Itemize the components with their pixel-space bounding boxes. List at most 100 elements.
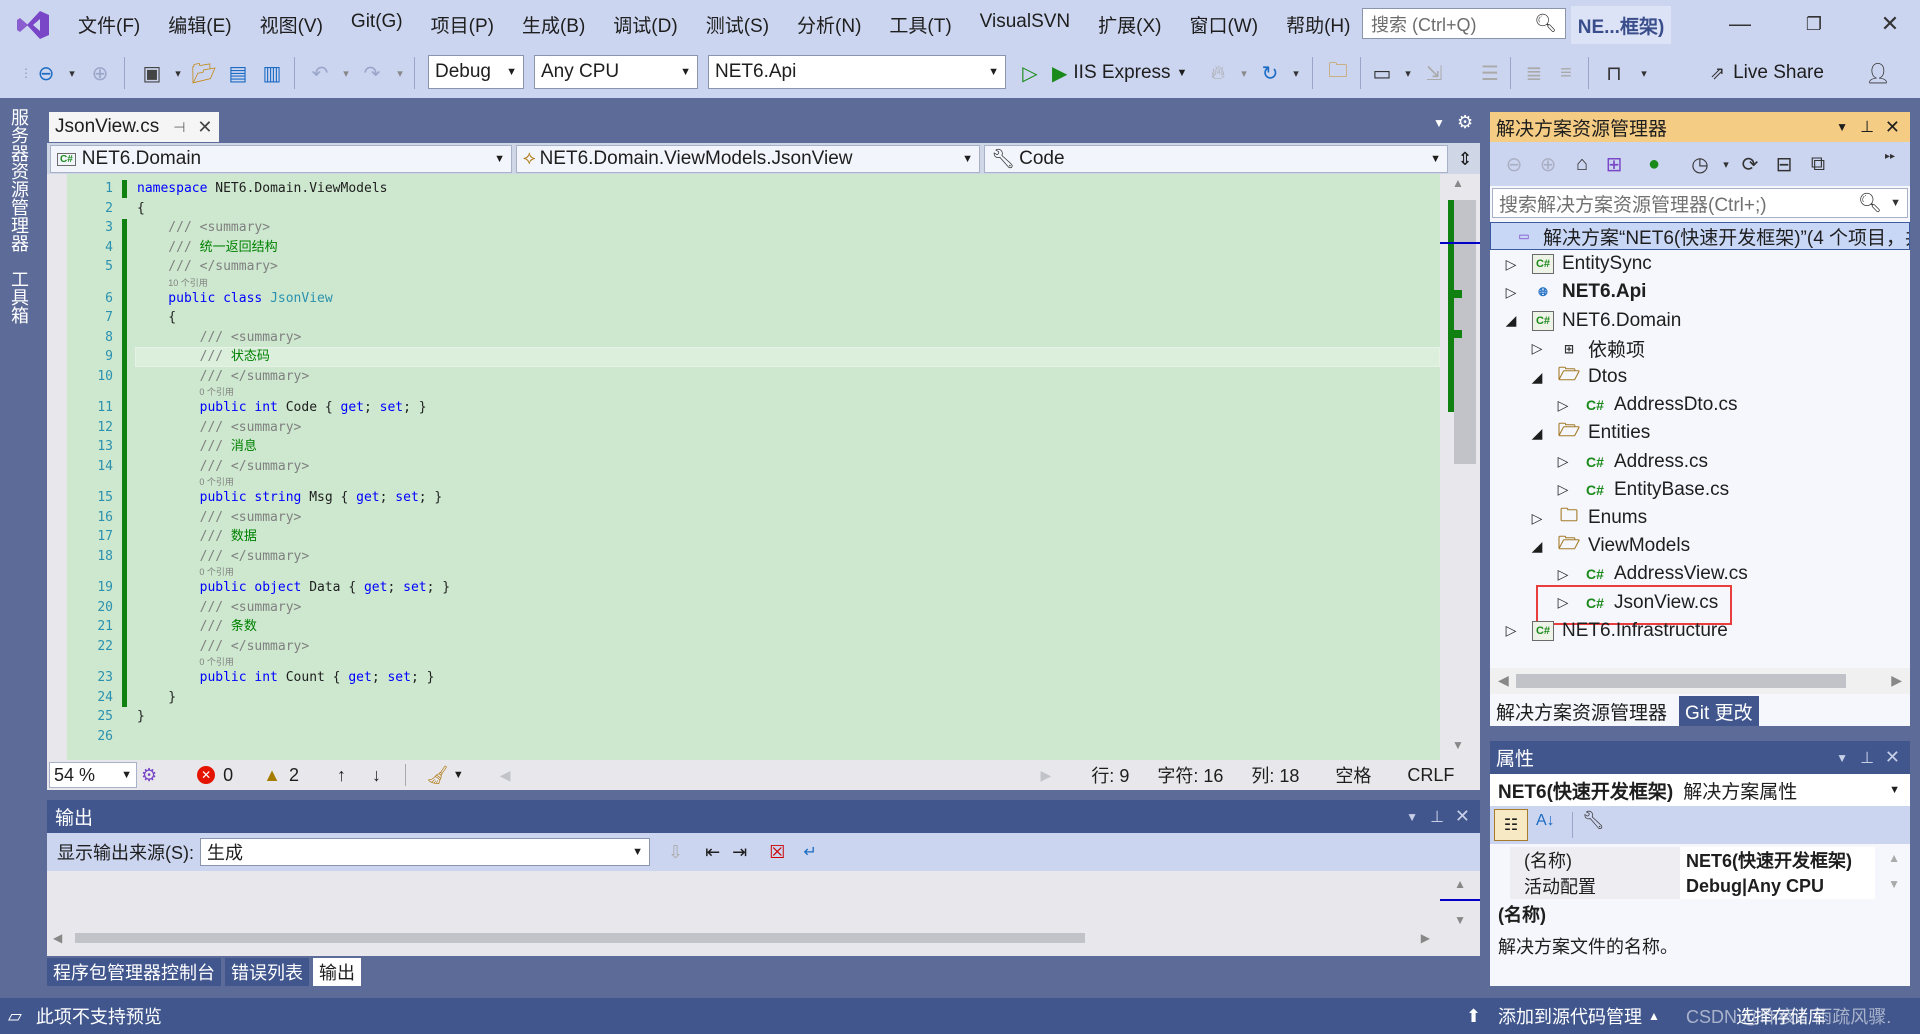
menu-item[interactable]: 扩展(X)	[1084, 11, 1175, 38]
whitespace-indicator[interactable]: 空格	[1335, 762, 1371, 788]
step-icon[interactable]: ⇲	[1420, 59, 1448, 87]
tree-item[interactable]: ▷ ⊞ 依赖项	[1490, 335, 1910, 363]
solution-search-input[interactable]: 搜索解决方案资源管理器(Ctrl+;) 🔍︎ ▼	[1492, 188, 1908, 218]
search-options-dropdown-icon[interactable]: ▼	[1890, 197, 1901, 209]
collapsed-arrow-icon[interactable]: ▷	[1556, 453, 1570, 470]
warnings-indicator[interactable]: ▲ 2	[263, 765, 299, 786]
scroll-down-icon[interactable]: ▼	[1452, 738, 1464, 752]
code-cleanup-dropdown-icon[interactable]: ▼	[453, 769, 464, 781]
code-lens-references[interactable]: 0 个引用	[199, 475, 234, 487]
pin-icon[interactable]: ⊥	[1860, 748, 1874, 768]
pending-changes-filter-icon[interactable]: ●	[1640, 150, 1668, 178]
pin-icon[interactable]: ⊣	[173, 119, 185, 136]
collapsed-arrow-icon[interactable]: ▷	[1530, 340, 1544, 357]
project-dropdown[interactable]: C# NET6.Domain ▼	[50, 145, 512, 173]
pin-icon[interactable]: ⊥	[1430, 807, 1444, 827]
hscroll-right-icon[interactable]: ▶	[1891, 672, 1902, 689]
select-repository-button[interactable]: 选择存储库	[1736, 1003, 1826, 1029]
tree-item[interactable]: ▷ 🌐︎ NET6.Api	[1490, 278, 1910, 306]
split-window-icon[interactable]: ⇕	[1451, 147, 1479, 171]
back-icon[interactable]: ⊖	[1500, 150, 1528, 178]
previous-issue-arrow-icon[interactable]: ↑	[337, 765, 346, 786]
solution-name-badge[interactable]: NE...框架)	[1571, 6, 1671, 44]
tab-list-dropdown-icon[interactable]: ▼	[1433, 116, 1445, 130]
menu-item[interactable]: 生成(B)	[508, 11, 599, 38]
settings-gear-icon[interactable]: ⚙	[1457, 112, 1473, 133]
hscroll-right-icon[interactable]: ▶	[1421, 931, 1430, 945]
code-lens-references[interactable]: 10 个引用	[168, 276, 208, 288]
close-panel-icon[interactable]: ✕	[1455, 806, 1470, 827]
next-message-icon[interactable]: ⇥	[732, 842, 747, 863]
navigate-back-icon[interactable]: ⊖	[32, 59, 60, 87]
document-tab[interactable]: JsonView.cs ⊣ ✕	[49, 112, 219, 142]
properties-object-selector[interactable]: NET6(快速开发框架) 解决方案属性 ▼	[1490, 774, 1910, 806]
window-layout-icon[interactable]: ▭	[1368, 59, 1396, 87]
word-wrap-icon[interactable]: ↵	[803, 842, 816, 862]
indent-icon[interactable]: ☰	[1476, 59, 1504, 87]
feedback-icon[interactable]: 👤︎	[1864, 59, 1892, 87]
uncomment-icon[interactable]: ≡	[1552, 59, 1580, 87]
clear-all-icon[interactable]: ☒	[769, 842, 785, 863]
hscroll-left-icon[interactable]: ◀	[500, 767, 511, 784]
code-editor[interactable]: 1 namespace NET6.Domain.ViewModels 2{3 ///…	[47, 174, 1480, 760]
tree-item[interactable]: ▷ C# EntityBase.cs	[1490, 476, 1910, 504]
menu-item[interactable]: 项目(P)	[417, 11, 508, 38]
menu-item[interactable]: 分析(N)	[783, 11, 875, 38]
open-file-icon[interactable]: 📂︎	[190, 59, 218, 87]
menu-item[interactable]: 窗口(W)	[1175, 11, 1272, 38]
menu-item[interactable]: 测试(S)	[692, 11, 783, 38]
tree-item[interactable]: ▷ C# EntitySync	[1490, 250, 1910, 278]
start-debugging-button[interactable]: ▶ IIS Express ▼	[1052, 59, 1187, 87]
hscroll-right-icon[interactable]: ▶	[1041, 767, 1052, 784]
menu-item[interactable]: VisualSVN	[966, 11, 1084, 38]
save-icon[interactable]: ▤	[224, 59, 252, 87]
save-all-icon[interactable]: ▥	[258, 59, 286, 87]
find-in-files-icon[interactable]: 🗀︎	[1324, 59, 1352, 87]
close-window-button[interactable]: ✕	[1866, 6, 1914, 42]
bottom-tab[interactable]: 输出	[313, 958, 361, 986]
line-indicator[interactable]: 行: 9	[1091, 762, 1129, 788]
output-text-area[interactable]: ▲ ▼ ◀ ▶	[47, 871, 1480, 956]
panel-menu-icon[interactable]: ▼	[1406, 810, 1418, 824]
layout-dropdown-icon[interactable]: ▾	[1394, 59, 1422, 87]
errors-indicator[interactable]: ✕ 0	[197, 765, 233, 786]
collapsed-arrow-icon[interactable]: ▷	[1556, 481, 1570, 498]
previous-message-icon[interactable]: ⇤	[705, 842, 720, 863]
zoom-dropdown[interactable]: 54 % ▼	[49, 762, 137, 788]
output-source-dropdown[interactable]: 生成 ▼	[200, 838, 650, 866]
property-value[interactable]: Debug|Any CPU	[1680, 873, 1875, 899]
server-explorer-tab[interactable]: 服务器资源管理器	[6, 108, 32, 252]
tree-item[interactable]: ▷ 🗀︎ Enums	[1490, 504, 1910, 532]
collapsed-arrow-icon[interactable]: ▷	[1530, 510, 1544, 527]
close-panel-icon[interactable]: ✕	[1885, 747, 1900, 768]
undo-icon[interactable]: ↶	[306, 59, 334, 87]
start-without-debugging-icon[interactable]: ▷	[1016, 59, 1044, 87]
toolbar-overflow-icon[interactable]: ▾	[1630, 59, 1658, 87]
bottom-tab[interactable]: 程序包管理器控制台	[47, 958, 221, 986]
horizontal-scroll-thumb[interactable]	[75, 933, 1085, 943]
property-value[interactable]: NET6(快速开发框架)	[1680, 847, 1875, 873]
show-all-files-icon[interactable]: ⧉	[1804, 150, 1832, 178]
code-lens-references[interactable]: 0 个引用	[199, 565, 234, 577]
property-pages-wrench-icon[interactable]: 🔧︎	[1582, 810, 1605, 831]
configuration-dropdown[interactable]: Debug ▼	[428, 55, 524, 89]
code-lens-references[interactable]: 0 个引用	[199, 655, 234, 667]
navigate-forward-icon[interactable]: ⊕	[86, 59, 114, 87]
solution-panel-tab[interactable]: Git 更改	[1679, 696, 1759, 726]
search-icon[interactable]: 🔍︎	[1858, 191, 1882, 215]
expanded-arrow-icon[interactable]: ◢	[1530, 369, 1544, 386]
refresh-icon[interactable]: ⟳	[1736, 150, 1764, 178]
home-icon[interactable]: ⌂	[1568, 150, 1596, 178]
add-to-source-control-button[interactable]: 添加到源代码管理	[1498, 1003, 1642, 1029]
collapsed-arrow-icon[interactable]: ▷	[1556, 397, 1570, 414]
bottom-tab[interactable]: 错误列表	[225, 958, 309, 986]
type-dropdown[interactable]: ⟡ NET6.Domain.ViewModels.JsonView ▼	[516, 145, 980, 173]
vertical-scrollbar[interactable]: ▲ ▼	[1440, 174, 1480, 760]
history-icon[interactable]: ◷	[1686, 150, 1714, 178]
minimize-button[interactable]: —	[1716, 6, 1764, 42]
live-share-button[interactable]: ⇗ Live Share	[1710, 59, 1824, 87]
comment-icon[interactable]: ≣	[1520, 59, 1548, 87]
switch-views-icon[interactable]: ⊞	[1600, 150, 1628, 178]
menu-item[interactable]: 调试(D)	[599, 11, 691, 38]
horizontal-scroll-thumb[interactable]	[1516, 674, 1846, 688]
